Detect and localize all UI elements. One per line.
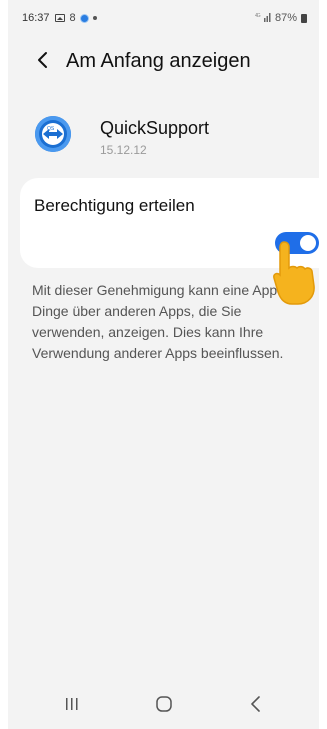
gallery-notification-icon <box>54 14 65 22</box>
battery-percent: 87% <box>274 12 297 24</box>
recent-apps-icon[interactable] <box>52 692 92 716</box>
page-title: Am Anfang anzeigen <box>66 50 251 72</box>
app-name: QuickSupport <box>100 118 210 138</box>
status-right: 4G 87% <box>255 12 307 24</box>
home-icon[interactable] <box>144 692 184 716</box>
notification-count: 8 <box>69 12 76 24</box>
nav-back-icon[interactable] <box>236 692 276 716</box>
svg-text:QS: QS <box>47 126 55 132</box>
status-left: 16:37 8 <box>22 12 97 24</box>
permission-toggle[interactable] <box>275 232 319 254</box>
toggle-knob <box>300 235 316 251</box>
app-info: QS QuickSupport 15.12.12 <box>8 112 319 168</box>
permission-description: Mit dieser Genehmigung kann eine App Din… <box>32 282 284 361</box>
permission-label: Berechtigung erteilen <box>34 196 195 215</box>
network-type: 4G <box>255 13 261 19</box>
status-time: 16:37 <box>22 12 50 24</box>
battery-icon <box>301 13 307 23</box>
back-arrow-icon[interactable] <box>32 48 56 72</box>
navigation-bar <box>8 684 319 724</box>
app-version: 15.12.12 <box>100 143 147 157</box>
permission-card[interactable]: Berechtigung erteilen <box>20 178 319 268</box>
app-header: Am Anfang anzeigen <box>8 42 319 82</box>
quicksupport-app-icon: QS <box>35 116 71 152</box>
signal-icon: 4G <box>255 12 271 24</box>
phone-screen: 16:37 8 4G 87% Am Anfang anzeigen QS Qui… <box>8 0 319 729</box>
status-bar: 16:37 8 4G 87% <box>8 0 319 36</box>
more-notifications-icon <box>92 16 97 20</box>
app-notification-icon <box>80 14 88 22</box>
